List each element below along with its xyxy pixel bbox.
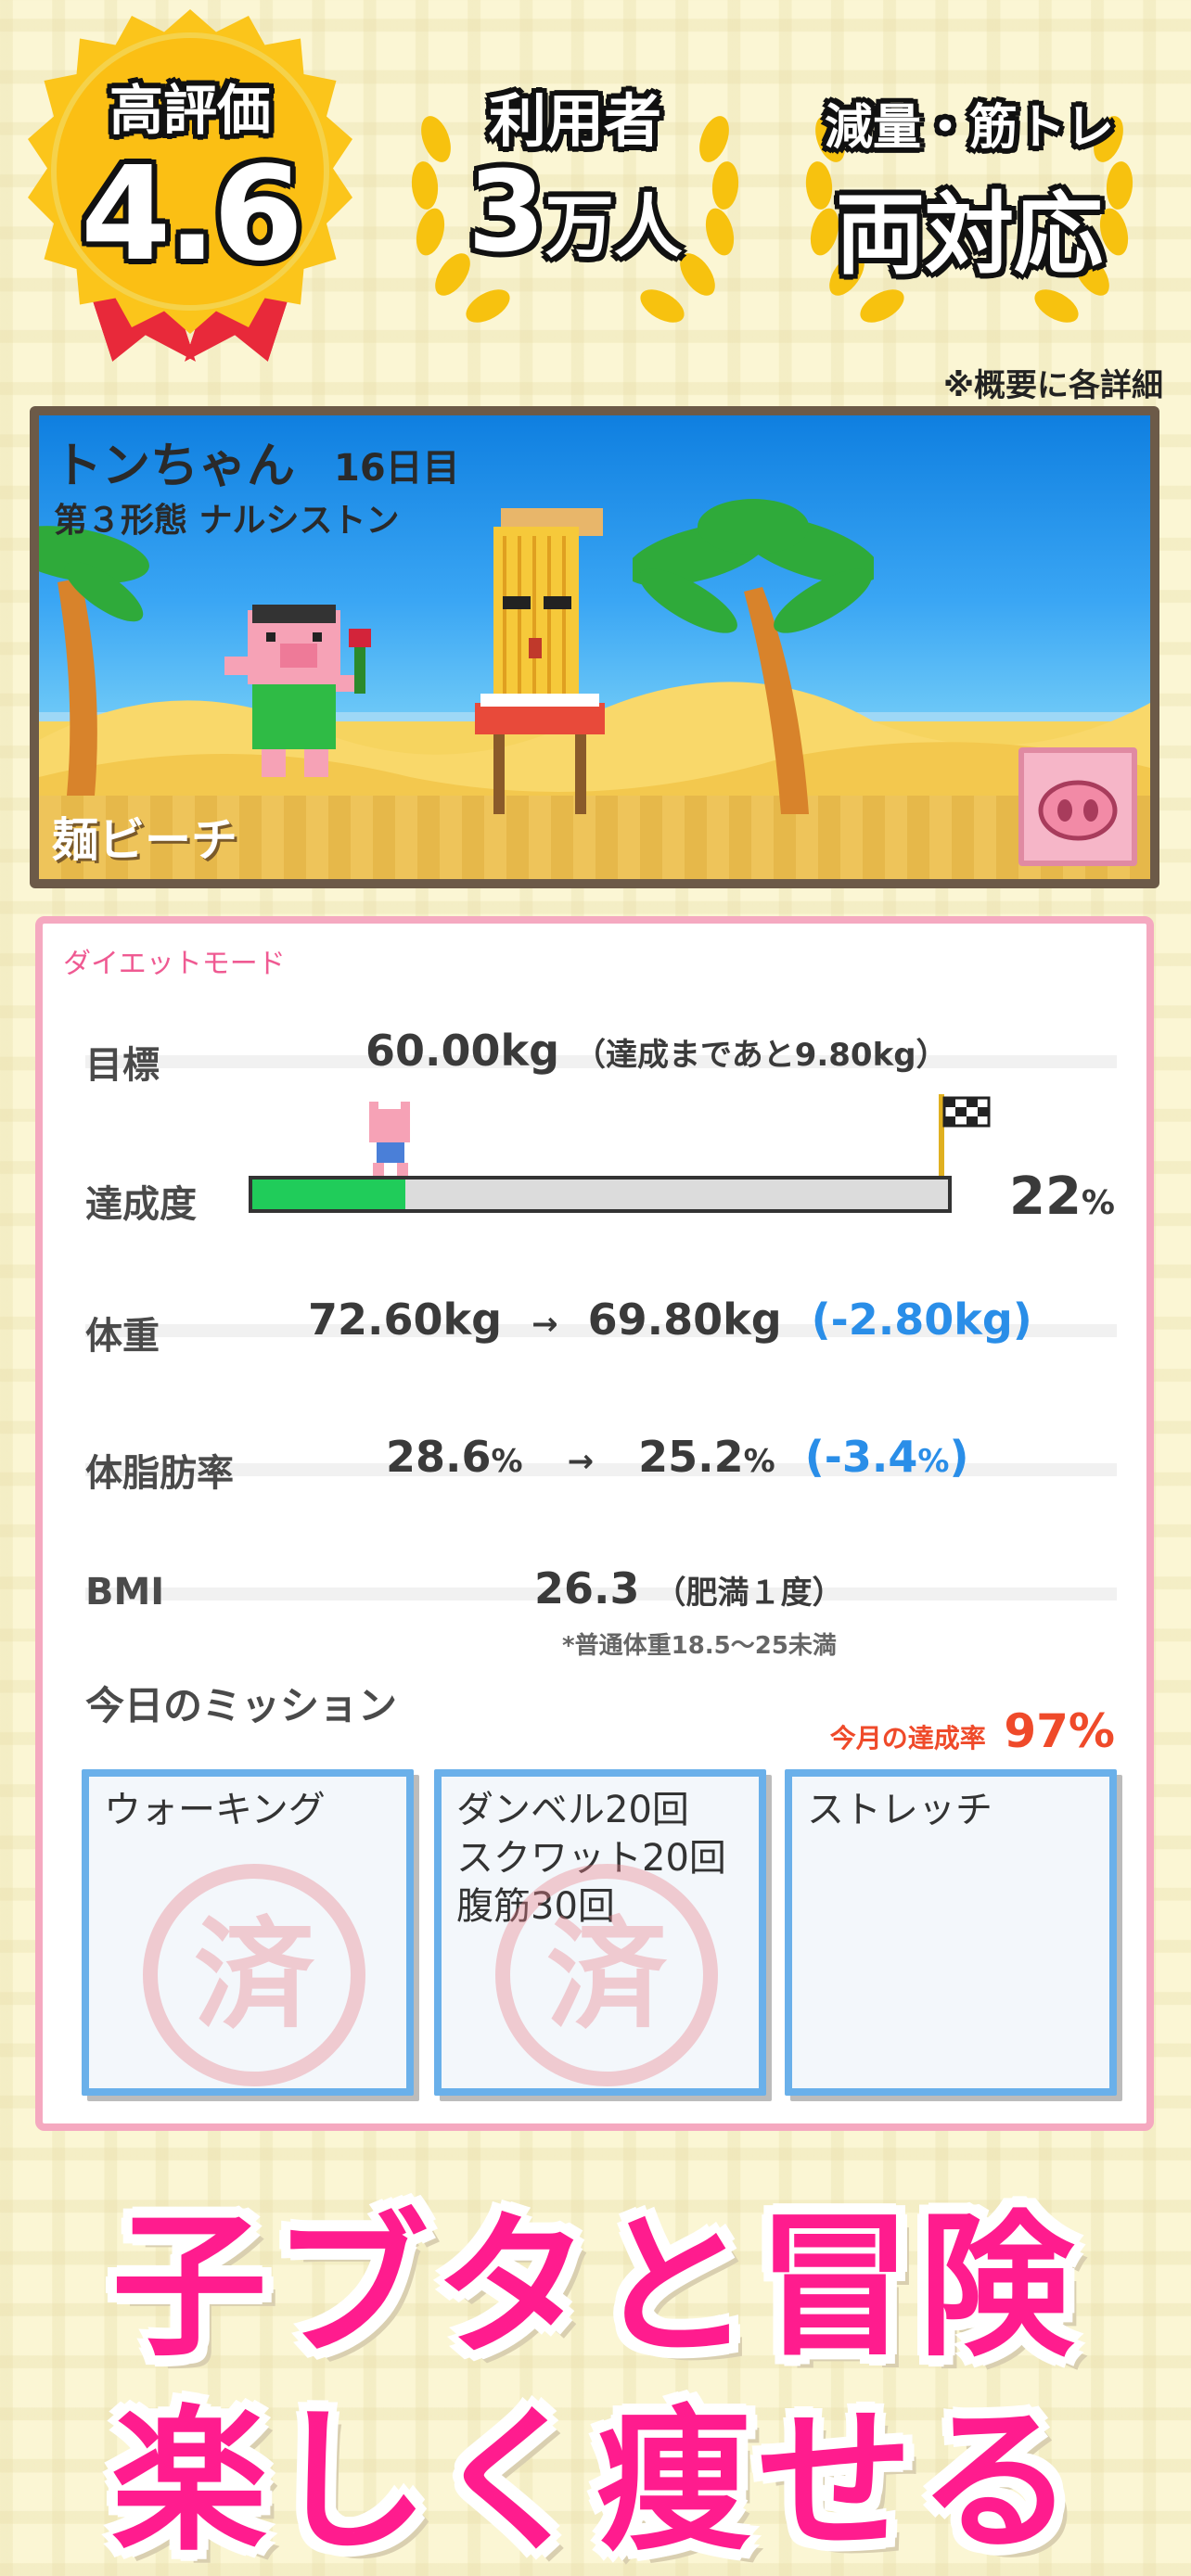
character-form: 第３形態 ナルシストン	[54, 502, 400, 540]
done-stamp-icon: 済	[495, 1864, 718, 2086]
mission-card-walking[interactable]: ウォーキング 済	[82, 1769, 414, 2096]
mode-label: ダイエットモード	[63, 948, 286, 980]
rating-label: 高評価	[109, 79, 271, 142]
pig-menu-button[interactable]	[1018, 747, 1137, 866]
mission-card-strength[interactable]: ダンベル20回 スクワット20回 腹筋30回 済	[434, 1769, 766, 2096]
support-badge: 減量・筋トレ 両対応	[793, 46, 1146, 352]
done-stamp-icon: 済	[143, 1864, 365, 2086]
goal-value: 60.00kg （達成まであと9.80kg）	[365, 1026, 948, 1076]
progress-fill	[252, 1180, 405, 1209]
pig-character	[224, 605, 371, 777]
body-fat-label: 体脂肪率	[85, 1452, 234, 1495]
support-label: 減量・筋トレ	[824, 100, 1114, 156]
rating-value: 4.6	[80, 139, 303, 290]
users-label: 利用者	[488, 87, 661, 155]
mission-title: 今日のミッション	[85, 1683, 398, 1728]
bmi-label: BMI	[85, 1571, 165, 1613]
award-badges: 高評価 4.6 利用者 3万人 減量・筋トレ 両対応 ※概要に各詳細	[0, 0, 1191, 404]
headline-line-1: 子ブタと冒険	[111, 2196, 1080, 2378]
location-label: 麺ビーチ	[52, 813, 237, 867]
game-scene: トンちゃん 16日目 第３形態 ナルシストン 麺ビーチ	[30, 406, 1159, 888]
noodle-character	[475, 508, 605, 814]
bmi-value: 26.3 （肥満１度）	[534, 1563, 844, 1613]
day-counter: 16日目	[334, 447, 460, 490]
pig-face-icon	[1038, 780, 1118, 841]
weight-values: 72.60kg → 69.80kg (-2.80kg)	[308, 1294, 1032, 1345]
users-badge: 利用者 3万人	[399, 46, 751, 352]
character-name: トンちゃん	[54, 439, 296, 494]
stats-panel: ダイエットモード 目標 60.00kg （達成まであと9.80kg） 達成度 2…	[35, 916, 1154, 2131]
weight-label: 体重	[85, 1315, 160, 1358]
mission-name: ストレッチ	[807, 1789, 992, 1831]
mission-card-stretch[interactable]: ストレッチ	[785, 1769, 1117, 2096]
progress-bar	[249, 1176, 952, 1213]
palm-tree-icon	[633, 499, 874, 814]
progress-percent: 22%	[1008, 1167, 1115, 1227]
support-value: 両対応	[836, 183, 1103, 287]
pig-runner-icon	[369, 1102, 410, 1176]
goal-flag-icon	[939, 1094, 991, 1183]
users-value: 3万人	[467, 148, 683, 277]
body-fat-values: 28.6% → 25.2% (-3.4%)	[386, 1432, 969, 1482]
bmi-note: *普通体重18.5〜25未満	[562, 1632, 837, 1660]
progress-label: 達成度	[85, 1183, 197, 1226]
goal-label: 目標	[85, 1044, 160, 1087]
rating-badge: 高評価 4.6	[28, 9, 352, 371]
footnote: ※概要に各詳細	[942, 367, 1163, 404]
mission-name: ウォーキング	[104, 1789, 326, 1831]
month-rate: 今月の達成率 97%	[829, 1704, 1115, 1758]
headline-line-2: 楽しく痩せる	[111, 2391, 1080, 2572]
